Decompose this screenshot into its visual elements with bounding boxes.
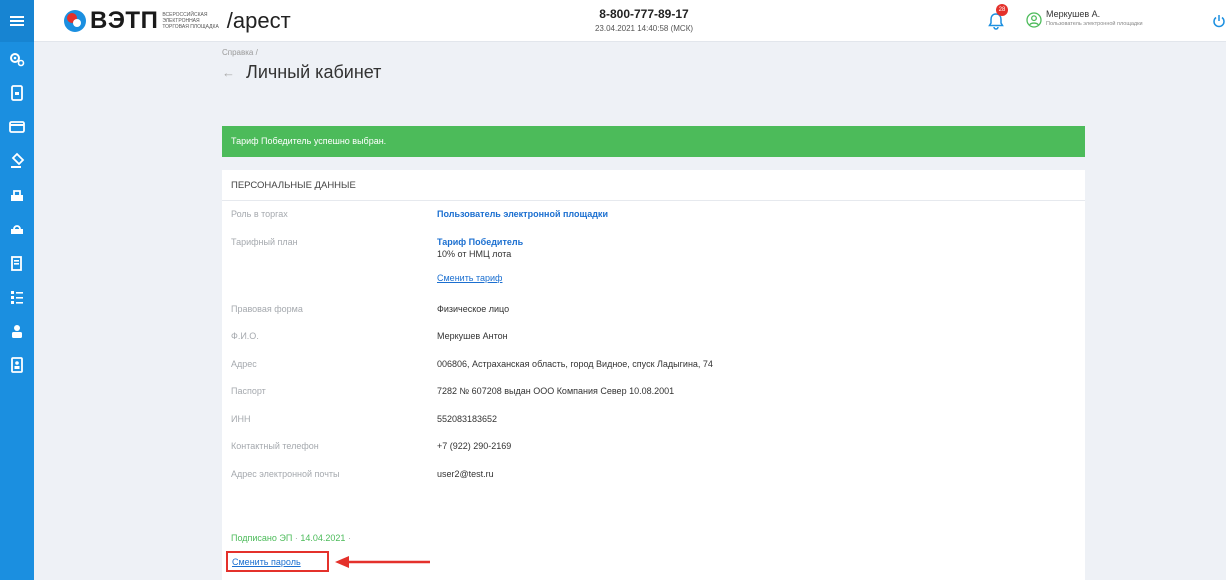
row-label: Ф.И.О. <box>231 331 259 341</box>
row-label: Адрес <box>231 358 257 369</box>
breadcrumb[interactable]: Справка / <box>222 48 258 57</box>
row-value: user2@test.ru <box>437 468 494 479</box>
sidebar-item-cards[interactable] <box>0 110 34 144</box>
logo-suffix: /арест <box>226 8 291 33</box>
row-label: Адрес электронной почты <box>231 468 340 479</box>
row-value: +7 (922) 290-2169 <box>437 441 512 451</box>
separator: · <box>347 533 351 543</box>
row-label: Паспорт <box>231 386 266 396</box>
table-row: Адрес электронной почты user2@test.ru <box>231 461 1085 489</box>
gears-icon <box>10 53 25 67</box>
top-header: ВЭТП ВСЕРОССИЙСКАЯ ЭЛЕКТРОННАЯ ТОРГОВАЯ … <box>34 0 1226 42</box>
user-name[interactable]: Меркушев А. <box>1046 9 1100 19</box>
table-row: ИНН 552083183652 <box>231 406 1085 434</box>
address-book-icon <box>11 357 23 373</box>
table-row: Контактный телефон +7 (922) 290-2169 <box>231 433 1085 461</box>
box-icon <box>11 190 23 201</box>
clipboard-icon <box>11 256 22 271</box>
personal-data-card: ПЕРСОНАЛЬНЫЕ ДАННЫЕ Роль в торгах Пользо… <box>222 170 1085 580</box>
row-tariff: Тарифный план Тариф Победитель 10% от НМ… <box>231 229 1085 265</box>
table-row: Паспорт 7282 № 607208 выдан ООО Компания… <box>231 378 1085 406</box>
sidebar-item-settings[interactable] <box>0 42 34 76</box>
row-value: Меркушев Антон <box>437 331 508 341</box>
bag-icon <box>11 225 23 234</box>
site-logo[interactable]: ВЭТП ВСЕРОССИЙСКАЯ ЭЛЕКТРОННАЯ ТОРГОВАЯ … <box>64 8 291 34</box>
page-title-row: ← Личный кабинет <box>222 62 381 83</box>
sidebar-item-profile[interactable] <box>0 314 34 348</box>
power-icon[interactable] <box>1212 14 1226 28</box>
hotline-phone[interactable]: 8-800-777-89-17 <box>564 7 724 21</box>
row-value: Физическое лицо <box>437 303 510 314</box>
row-label: ИНН <box>231 413 251 424</box>
sidebar-item-lists[interactable] <box>0 280 34 314</box>
row-label: Контактный телефон <box>231 441 319 451</box>
table-row: Правовая форма Физическое лицо <box>231 296 1085 324</box>
document-icon <box>11 85 23 101</box>
back-arrow-icon[interactable]: ← <box>222 66 235 79</box>
logo-main-text: ВЭТП <box>90 7 159 34</box>
hamburger-icon <box>10 16 24 26</box>
user-lock-icon <box>12 325 22 338</box>
sidebar-item-bids[interactable] <box>0 212 34 246</box>
user-avatar-icon[interactable] <box>1026 12 1042 28</box>
role-value-link[interactable]: Пользователь электронной площадки <box>437 209 608 219</box>
user-role: Пользователь электронной площадки <box>1046 21 1143 27</box>
row-label: Роль в торгах <box>231 209 288 219</box>
sidebar-item-documents[interactable] <box>0 76 34 110</box>
side-icon-rail <box>0 0 34 580</box>
row-value: 552083183652 <box>437 413 498 424</box>
logo-mark-icon <box>64 10 86 32</box>
tariff-subtext: 10% от НМЦ лота <box>437 248 512 259</box>
table-row: Ф.И.О. Меркушев Антон <box>231 323 1085 351</box>
signed-date: 14.04.2021 <box>300 533 346 543</box>
sidebar-item-auctions[interactable] <box>0 144 34 178</box>
signature-status: Подписано ЭП · 14.04.2021 · <box>231 533 351 543</box>
personal-data-list: Роль в торгах Пользователь электронной п… <box>222 201 1085 488</box>
sidebar-item-lots[interactable] <box>0 178 34 212</box>
menu-toggle-button[interactable] <box>0 0 34 42</box>
sidebar-item-reports[interactable] <box>0 246 34 280</box>
tariff-value-link[interactable]: Тариф Победитель <box>437 237 523 247</box>
pointer-arrow-icon <box>335 556 430 568</box>
gavel-icon <box>11 152 25 168</box>
main-content: Тариф Победитель успешно выбран. ПЕРСОНА… <box>222 126 1085 580</box>
notification-badge: 28 <box>996 4 1008 16</box>
row-label: Правовая форма <box>231 303 303 314</box>
logo-small-text: ВСЕРОССИЙСКАЯ ЭЛЕКТРОННАЯ ТОРГОВАЯ ПЛОЩА… <box>162 12 219 30</box>
row-role: Роль в торгах Пользователь электронной п… <box>231 201 1085 229</box>
card-icon <box>9 121 25 133</box>
sidebar-item-contacts[interactable] <box>0 348 34 382</box>
success-alert: Тариф Победитель успешно выбран. <box>222 126 1085 157</box>
change-tariff-link[interactable]: Сменить тариф <box>437 273 502 283</box>
signed-text: Подписано ЭП <box>231 533 293 543</box>
server-datetime: 23.04.2021 14:40:58 (МСК) <box>594 24 694 33</box>
table-row: Адрес 006806, Астраханская область, горо… <box>231 351 1085 379</box>
list-icon <box>11 291 23 304</box>
page-title: Личный кабинет <box>246 62 382 82</box>
card-title: ПЕРСОНАЛЬНЫЕ ДАННЫЕ <box>222 170 1085 201</box>
row-label: Тарифный план <box>231 236 298 247</box>
row-value: 7282 № 607208 выдан ООО Компания Север 1… <box>437 386 675 396</box>
row-change-tariff: Сменить тариф <box>231 265 1085 296</box>
row-value: 006806, Астраханская область, город Видн… <box>437 358 713 369</box>
change-password-link[interactable]: Сменить пароль <box>232 557 301 567</box>
